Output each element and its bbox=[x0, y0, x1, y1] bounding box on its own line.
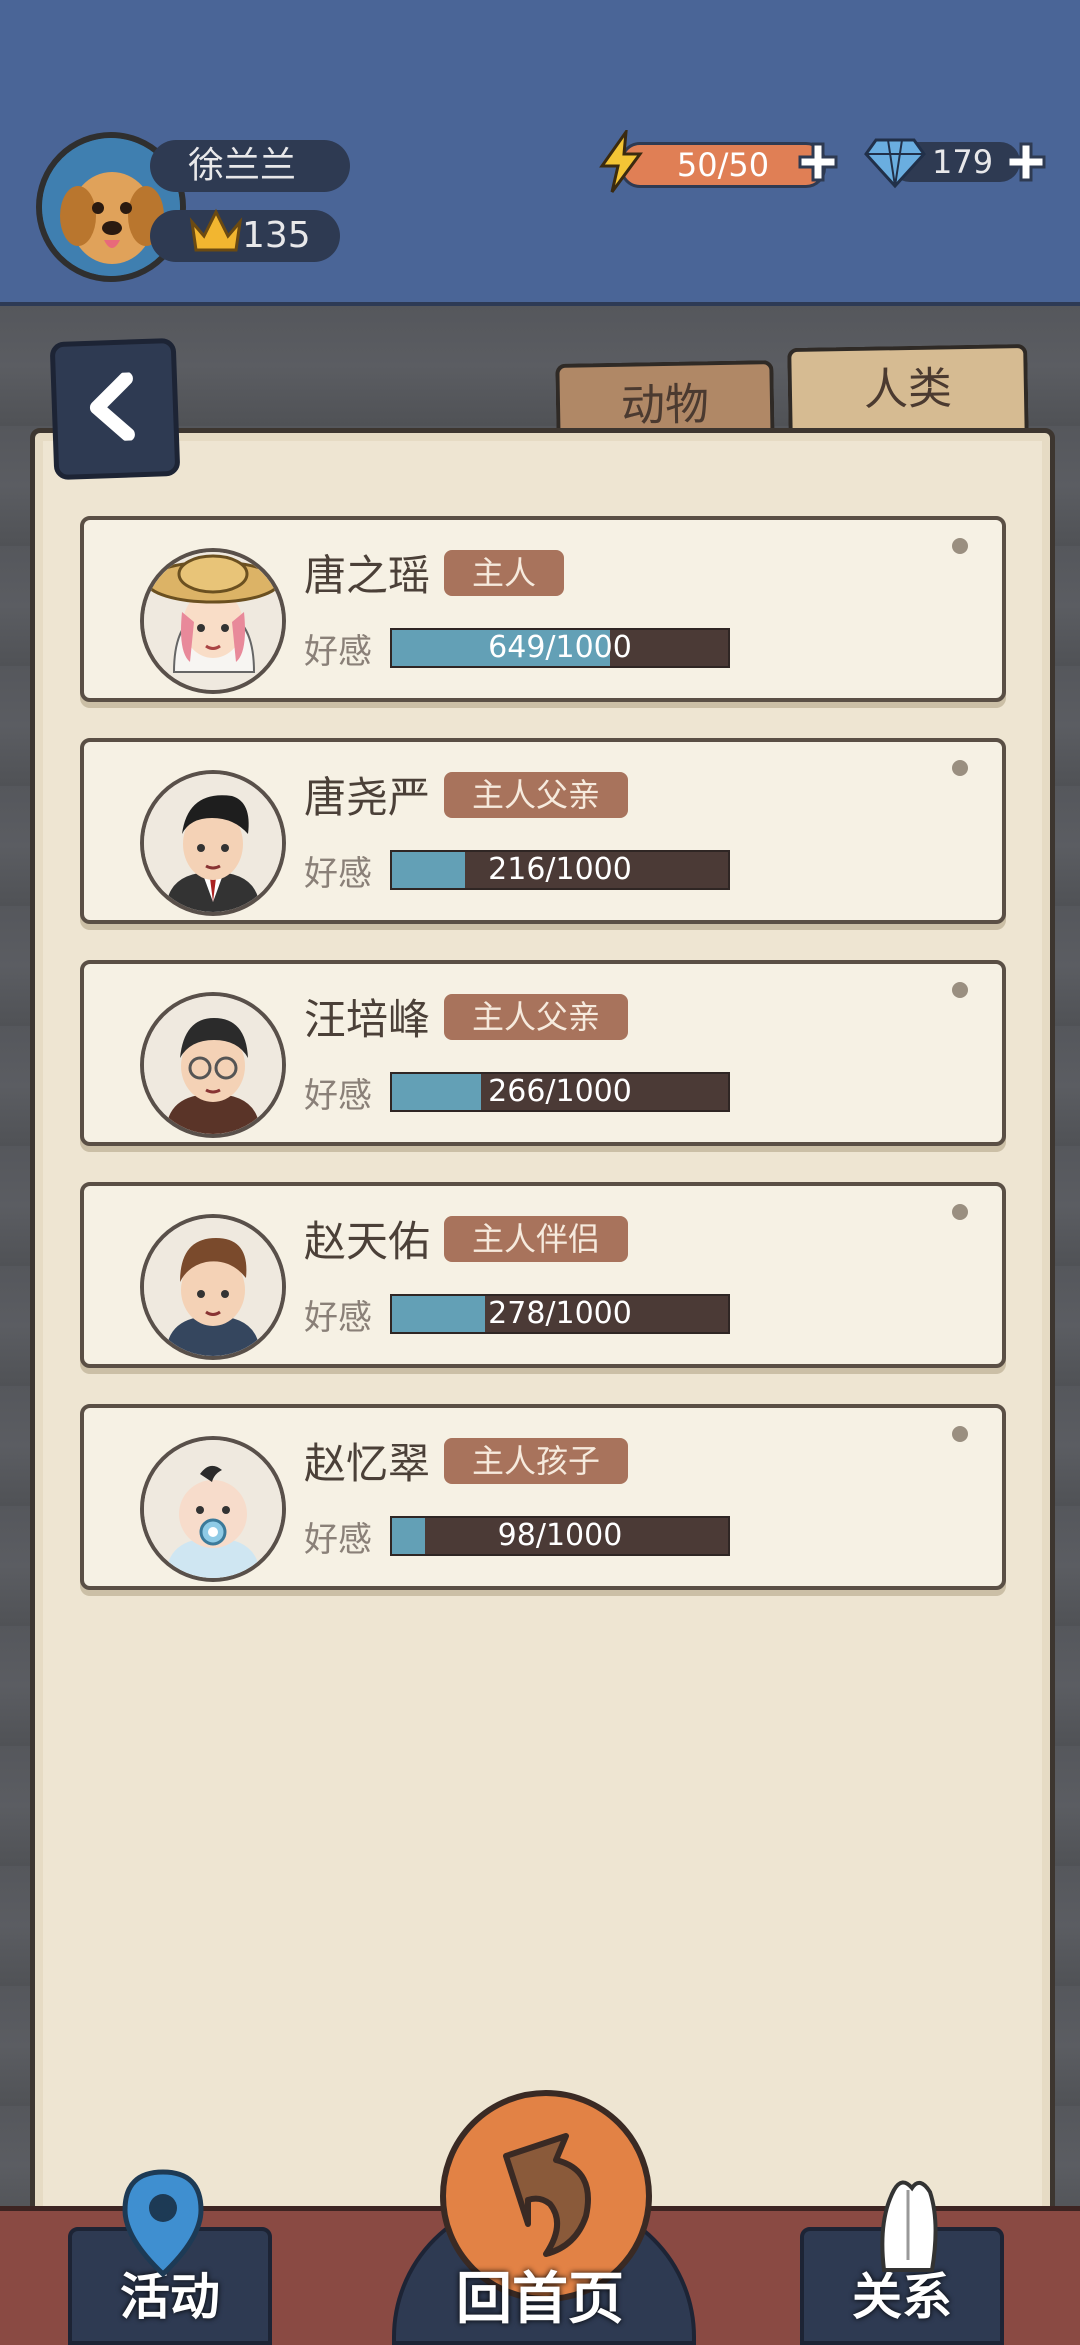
favor-label: 好感 bbox=[304, 1520, 372, 1560]
handshake-icon bbox=[880, 2180, 938, 2272]
person-name: 赵忆翠 bbox=[304, 1439, 431, 1488]
person-card[interactable]: 赵忆翠 主人孩子 好感 98/1000 bbox=[80, 1404, 1006, 1594]
lightning-icon bbox=[599, 130, 643, 193]
person-name: 赵天佑 bbox=[304, 1217, 431, 1266]
person-name: 唐之瑶 bbox=[304, 551, 431, 600]
person-name: 唐尧严 bbox=[304, 773, 431, 822]
player-name: 徐兰兰 bbox=[150, 140, 350, 192]
person-card[interactable]: 赵天佑 主人伴侣 好感 278/1000 bbox=[80, 1182, 1006, 1372]
person-card[interactable]: 汪培峰 主人父亲 好感 266/1000 bbox=[80, 960, 1006, 1150]
favor-value: 98/1000 bbox=[497, 1518, 623, 1553]
favor-value: 216/1000 bbox=[488, 852, 632, 887]
person-card[interactable]: 唐尧严 主人父亲 好感 216/1000 bbox=[80, 738, 1006, 928]
add-energy-icon[interactable] bbox=[796, 140, 840, 184]
relation-tag: 主人父亲 bbox=[444, 772, 629, 818]
favor-bar: 98/1000 bbox=[390, 1516, 730, 1556]
portrait-avatar bbox=[140, 992, 286, 1138]
favor-label: 好感 bbox=[304, 1298, 372, 1338]
favor-value: 266/1000 bbox=[488, 1074, 632, 1109]
portrait-avatar bbox=[140, 1214, 286, 1360]
add-gem-icon[interactable] bbox=[1004, 140, 1048, 184]
relation-tag: 主人 bbox=[444, 550, 565, 596]
portrait-avatar bbox=[140, 770, 286, 916]
portrait-avatar bbox=[140, 1436, 286, 1582]
location-pin-icon bbox=[122, 2169, 204, 2278]
indicator-dot bbox=[952, 1426, 968, 1442]
favor-bar: 266/1000 bbox=[390, 1072, 730, 1112]
back-button[interactable] bbox=[49, 337, 181, 481]
diamond-icon bbox=[864, 138, 926, 189]
favor-value: 649/1000 bbox=[488, 630, 632, 665]
indicator-dot bbox=[952, 538, 968, 554]
nav-home-label: 回首页 bbox=[456, 2267, 624, 2332]
crown-icon bbox=[189, 208, 243, 252]
relation-tag: 主人父亲 bbox=[444, 994, 629, 1040]
favor-label: 好感 bbox=[304, 632, 372, 672]
crown-score: 135 bbox=[150, 210, 340, 262]
favor-bar: 649/1000 bbox=[390, 628, 730, 668]
favor-bar: 278/1000 bbox=[390, 1294, 730, 1334]
person-card[interactable]: 唐之瑶 主人 好感 649/1000 bbox=[80, 516, 1006, 706]
indicator-dot bbox=[952, 760, 968, 776]
favor-label: 好感 bbox=[304, 1076, 372, 1116]
favor-label: 好感 bbox=[304, 854, 372, 894]
person-name: 汪培峰 bbox=[304, 995, 431, 1044]
chevron-left-icon bbox=[89, 372, 135, 442]
favor-value: 278/1000 bbox=[488, 1296, 632, 1331]
relation-tag: 主人孩子 bbox=[444, 1438, 629, 1484]
favor-bar: 216/1000 bbox=[390, 850, 730, 890]
indicator-dot bbox=[952, 982, 968, 998]
indicator-dot bbox=[952, 1204, 968, 1220]
portrait-avatar bbox=[140, 548, 286, 694]
relation-tag: 主人伴侣 bbox=[444, 1216, 629, 1262]
